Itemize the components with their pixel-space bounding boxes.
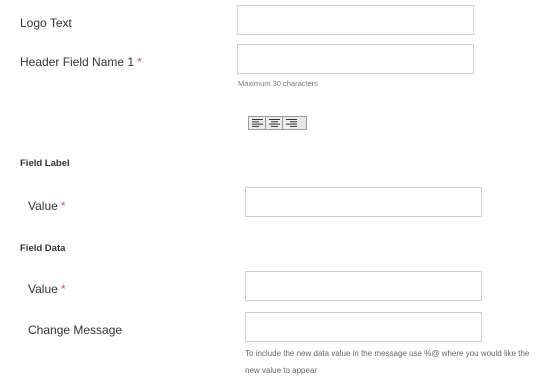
logo-text-input[interactable] bbox=[237, 5, 474, 35]
field-label-value-label: Value * bbox=[28, 199, 66, 213]
align-left-button[interactable] bbox=[249, 117, 266, 129]
required-mark: * bbox=[60, 199, 66, 213]
change-message-input[interactable] bbox=[245, 312, 482, 342]
field-data-value-label: Value * bbox=[28, 282, 66, 296]
align-left-icon bbox=[251, 119, 263, 127]
field-label-section-title: Field Label bbox=[20, 158, 70, 169]
alignment-toolbar bbox=[248, 116, 307, 130]
field-data-section-title: Field Data bbox=[20, 243, 66, 254]
align-center-icon bbox=[268, 119, 280, 127]
required-mark: * bbox=[60, 282, 66, 296]
header-field-name-1-hint: Maximum 30 characters bbox=[238, 79, 319, 88]
field-label-value-input[interactable] bbox=[245, 187, 482, 217]
header-field-name-1-input[interactable] bbox=[237, 44, 474, 74]
change-message-label: Change Message bbox=[28, 323, 123, 337]
required-mark: * bbox=[137, 55, 142, 69]
field-data-value-input[interactable] bbox=[245, 271, 482, 301]
logo-text-label: Logo Text bbox=[20, 16, 72, 30]
align-center-button[interactable] bbox=[266, 117, 283, 129]
change-message-hint: To include the new data value in the mes… bbox=[245, 349, 530, 375]
align-right-icon bbox=[286, 119, 297, 127]
header-field-name-1-label: Header Field Name 1 * bbox=[20, 55, 142, 69]
align-right-button[interactable] bbox=[283, 117, 300, 129]
